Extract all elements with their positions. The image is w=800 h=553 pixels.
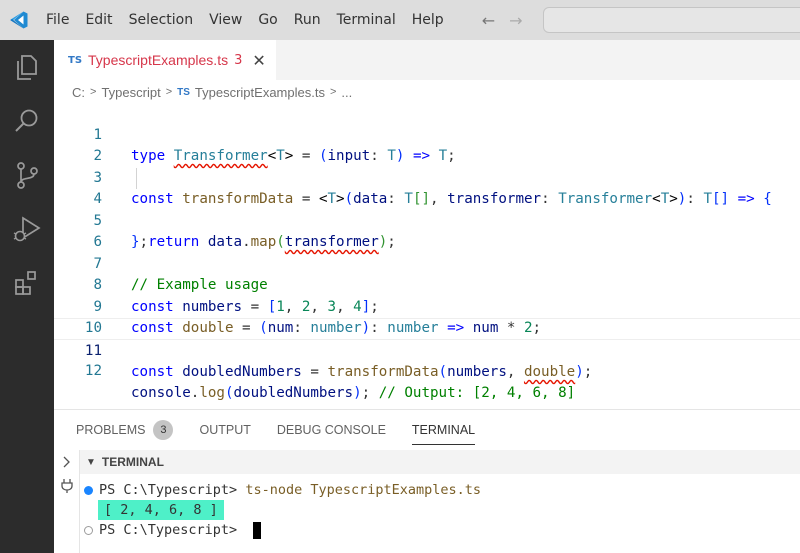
code-editor[interactable]: 1 type Transformer<T> = (input: T) => T;… — [54, 103, 800, 401]
code-line: 4 return data.map(transformer); — [54, 167, 800, 250]
problems-count-badge: 3 — [153, 420, 174, 440]
search-icon[interactable] — [12, 106, 42, 136]
panel-side-gutter — [54, 450, 80, 553]
vscode-logo-icon[interactable] — [0, 0, 38, 40]
command-status-dot-icon[interactable] — [84, 485, 93, 495]
terminal-output[interactable]: PS C:\Typescript> ts-node TypescriptExam… — [84, 480, 481, 540]
tab-terminal[interactable]: TERMINAL — [411, 415, 476, 445]
code-line: 7 // Example usage — [54, 232, 800, 294]
code-line: 2 — [54, 125, 800, 164]
terminal-line: PS C:\Typescript> — [84, 520, 481, 540]
code-text: const doubledNumbers = transformData(num… — [131, 364, 593, 380]
indent-guide — [136, 167, 137, 189]
command-status-dot-icon[interactable] — [84, 525, 93, 535]
code-line: 12 console.log(doubledNumbers); // Outpu… — [54, 340, 800, 401]
source-control-icon[interactable] — [12, 160, 42, 190]
tab-problem-count: 3 — [234, 52, 243, 68]
code-line: 6 — [54, 211, 800, 250]
code-line: 10 — [54, 297, 800, 336]
menu-go[interactable]: Go — [250, 0, 285, 40]
terminal-prompt: PS C:\Typescript> — [99, 482, 246, 498]
editor-tabs: TS TypescriptExamples.ts 3 ✕ — [54, 40, 800, 80]
line-number: 12 — [84, 363, 102, 379]
tab-problems-label: PROBLEMS — [76, 423, 146, 437]
tab-problems[interactable]: PROBLEMS 3 — [76, 410, 174, 450]
forward-arrow-icon[interactable]: → — [509, 11, 522, 30]
terminal-header-label: TERMINAL — [101, 455, 164, 469]
editor-tab-typescriptexamples[interactable]: TS TypescriptExamples.ts 3 ✕ — [54, 40, 276, 80]
plug-icon[interactable] — [60, 478, 74, 494]
code-line: 8 const numbers = [1, 2, 3, 4]; — [54, 254, 800, 315]
breadcrumb: C: > Typescript > TS TypescriptExamples.… — [72, 82, 352, 102]
explorer-icon[interactable] — [12, 52, 42, 82]
code-line: 9 const double = (num: number): number =… — [54, 275, 800, 337]
code-line: 3 const transformData = <T>(data: T[], t… — [54, 146, 800, 208]
breadcrumb-more[interactable]: ... — [341, 85, 352, 100]
tab-debug-console[interactable]: DEBUG CONSOLE — [277, 410, 386, 450]
typescript-file-icon: TS — [177, 86, 190, 98]
menu-run[interactable]: Run — [286, 0, 329, 40]
code-line: 5 }; — [54, 189, 800, 251]
menu-view[interactable]: View — [201, 0, 250, 40]
back-arrow-icon[interactable]: ← — [482, 11, 495, 30]
terminal-line: PS C:\Typescript> ts-node TypescriptExam… — [84, 480, 481, 500]
panel-tabs: PROBLEMS 3 OUTPUT DEBUG CONSOLE TERMINAL — [76, 410, 501, 450]
menu-edit[interactable]: Edit — [77, 0, 120, 40]
menu-selection[interactable]: Selection — [121, 0, 202, 40]
chevron-right-icon: > — [90, 86, 97, 98]
terminal-prompt: PS C:\Typescript> — [99, 522, 246, 538]
menu-help[interactable]: Help — [404, 0, 452, 40]
terminal-line: [ 2, 4, 6, 8 ] — [84, 500, 481, 520]
terminal-cursor — [253, 521, 262, 539]
chevron-right-icon: > — [329, 86, 337, 98]
terminal-section-header[interactable]: ▼ TERMINAL — [80, 450, 800, 474]
activity-bar — [0, 40, 54, 553]
code-line-current: 11 const doubledNumbers = transformData(… — [54, 318, 800, 380]
code-text: console.log(doubledNumbers); // Output: … — [131, 384, 576, 401]
code-line: 1 type Transformer<T> = (input: T) => T; — [54, 103, 800, 165]
chevron-down-icon[interactable]: ▼ — [86, 457, 96, 468]
chevron-right-icon[interactable] — [63, 456, 71, 468]
tab-output[interactable]: OUTPUT — [199, 410, 250, 450]
terminal-command: ts-node TypescriptExamples.ts — [245, 482, 482, 498]
navigation-arrows: ← → — [482, 11, 523, 30]
menu-file[interactable]: File — [38, 0, 77, 40]
breadcrumb-file[interactable]: TypescriptExamples.ts — [195, 85, 325, 100]
menu-terminal[interactable]: Terminal — [329, 0, 404, 40]
tab-filename: TypescriptExamples.ts — [88, 52, 229, 68]
run-debug-icon[interactable] — [12, 214, 42, 244]
typescript-file-icon: TS — [68, 54, 83, 66]
breadcrumb-folder[interactable]: Typescript — [101, 85, 160, 100]
command-center-search[interactable] — [543, 7, 800, 33]
title-bar: File Edit Selection View Go Run Terminal… — [0, 0, 800, 40]
chevron-right-icon: > — [165, 86, 173, 98]
extensions-icon[interactable] — [12, 268, 42, 298]
bottom-panel: PROBLEMS 3 OUTPUT DEBUG CONSOLE TERMINAL… — [54, 409, 800, 553]
terminal-output-text: [ 2, 4, 6, 8 ] — [98, 500, 224, 520]
breadcrumb-drive[interactable]: C: — [72, 85, 85, 100]
close-icon[interactable]: ✕ — [252, 51, 265, 70]
menu-bar: File Edit Selection View Go Run Terminal… — [38, 0, 452, 40]
